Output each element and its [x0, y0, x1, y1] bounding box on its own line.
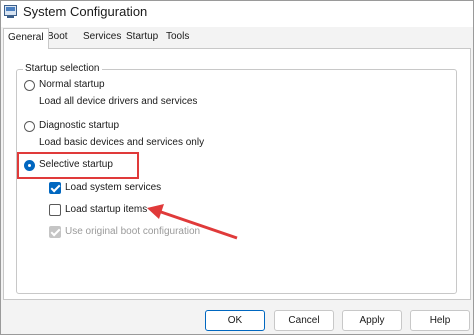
annotation-arrow-shaft — [160, 210, 238, 240]
dialog-button-bar: OK Cancel Apply Help — [1, 301, 473, 334]
tab-general[interactable]: General — [3, 28, 49, 49]
annotation-arrow — [147, 204, 238, 240]
annotation-arrow-head — [147, 204, 164, 219]
help-button[interactable]: Help — [410, 310, 470, 331]
apply-button[interactable]: Apply — [342, 310, 402, 331]
ok-button[interactable]: OK — [205, 310, 265, 331]
cancel-button[interactable]: Cancel — [274, 310, 334, 331]
system-configuration-window: System Configuration General Boot Servic… — [0, 0, 474, 335]
